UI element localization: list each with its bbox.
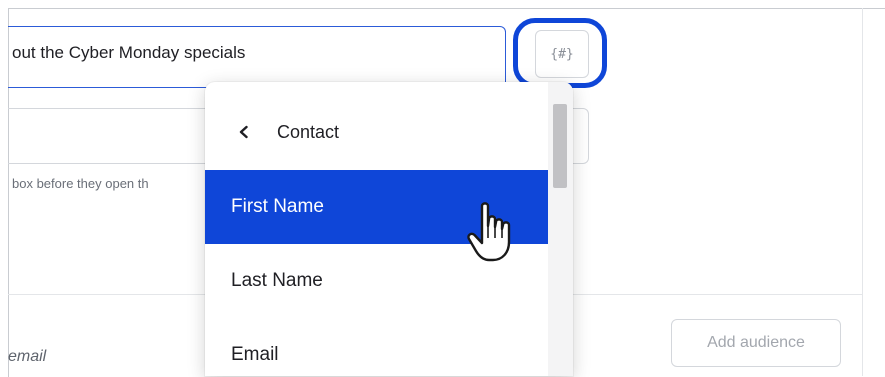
audience-label: email — [8, 348, 47, 365]
dropdown-header-label: Contact — [277, 121, 340, 142]
menu-item-label: Email — [231, 344, 279, 365]
add-audience-button[interactable]: Add audience — [671, 319, 841, 367]
menu-item-label: First Name — [231, 196, 324, 217]
panel-divider — [862, 8, 863, 376]
dropdown-back-row[interactable]: Contact — [205, 104, 545, 160]
dropdown-scrollbar-thumb[interactable] — [553, 104, 567, 188]
chevron-left-icon[interactable] — [237, 125, 251, 139]
menu-item-email[interactable]: Email — [205, 318, 548, 376]
menu-item-label: Last Name — [231, 270, 323, 291]
preview-hint-text: box before they open th — [12, 176, 149, 191]
subject-line-value: out the Cyber Monday specials — [12, 43, 246, 62]
hand-pointer-icon — [466, 200, 514, 264]
merge-tag-dropdown: Contact First Name Last Name Email — [205, 82, 573, 376]
merge-tag-button[interactable]: {#} — [535, 30, 589, 78]
merge-tag-label: {#} — [550, 46, 574, 62]
